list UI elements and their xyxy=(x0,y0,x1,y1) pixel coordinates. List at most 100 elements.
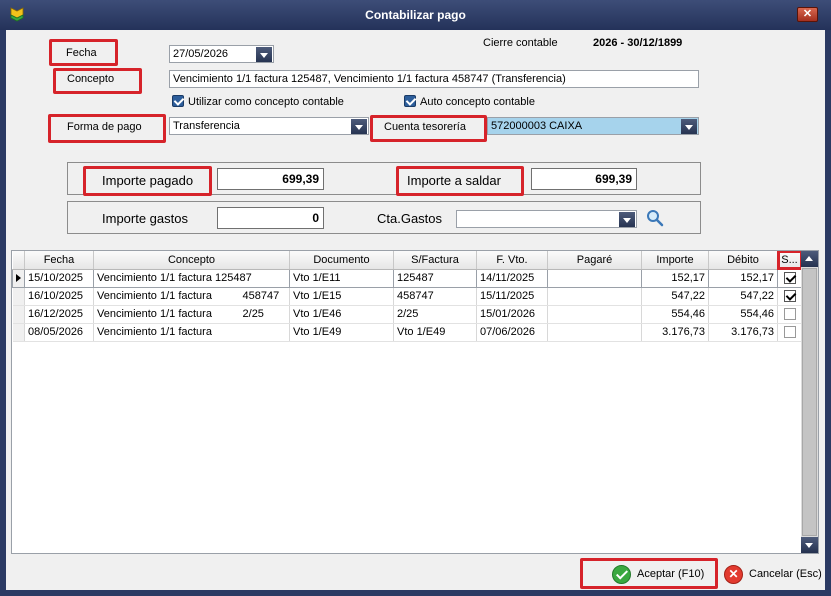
row-indicator xyxy=(12,268,25,288)
cell-importe[interactable]: 3.176,73 xyxy=(641,323,709,342)
column-header[interactable]: S/Factura xyxy=(393,251,477,270)
cell-seleccion[interactable] xyxy=(777,268,802,288)
cell-seleccion[interactable] xyxy=(777,305,802,324)
aceptar-button[interactable]: Aceptar (F10) xyxy=(612,562,704,586)
cell-pagare[interactable] xyxy=(547,287,642,306)
cell-concepto[interactable]: Vencimiento 1/1 factura 125487 xyxy=(93,268,290,288)
column-header[interactable]: Importe xyxy=(641,251,709,270)
cancel-icon: ✕ xyxy=(724,564,743,584)
cell-debito[interactable]: 554,46 xyxy=(708,305,778,324)
row-indicator xyxy=(12,305,25,324)
importe-pagado-label: Importe pagado xyxy=(102,173,194,188)
table-vertical-scrollbar[interactable] xyxy=(801,251,818,553)
row-select-checkbox[interactable] xyxy=(783,272,796,284)
row-indicator xyxy=(12,323,25,342)
cell-importe[interactable]: 554,46 xyxy=(641,305,709,324)
cell-seleccion[interactable] xyxy=(777,323,802,342)
close-button[interactable]: ✕ xyxy=(797,7,818,22)
column-header[interactable]: Documento xyxy=(289,251,394,270)
cell-fecha[interactable]: 15/10/2025 xyxy=(24,268,94,288)
table-row[interactable]: 16/12/2025 Vencimiento 1/1 factura 2/25 … xyxy=(12,305,802,324)
table-row[interactable]: 16/10/2025 Vencimiento 1/1 factura 45874… xyxy=(12,287,802,306)
cuenta-tesoreria-value: 572000003 CAIXA xyxy=(491,120,583,132)
cell-debito[interactable]: 3.176,73 xyxy=(708,323,778,342)
cell-debito[interactable]: 547,22 xyxy=(708,287,778,306)
row-select-checkbox[interactable] xyxy=(783,308,796,320)
row-indicator-header xyxy=(12,251,25,270)
table-row[interactable]: 08/05/2026 Vencimiento 1/1 factura Vto 1… xyxy=(12,323,802,342)
concepto-input[interactable]: Vencimiento 1/1 factura 125487, Vencimie… xyxy=(169,70,699,88)
column-header-seleccion[interactable]: S... xyxy=(776,251,803,270)
importe-pagado-input[interactable]: 699,39 xyxy=(217,168,324,190)
forma-pago-select[interactable]: Transferencia xyxy=(169,117,369,135)
cell-pagare[interactable] xyxy=(547,268,642,288)
vencimientos-table: Fecha Concepto Documento S/Factura F. Vt… xyxy=(11,250,819,554)
cell-concepto[interactable]: Vencimiento 1/1 factura xyxy=(93,323,290,342)
cell-pagare[interactable] xyxy=(547,323,642,342)
cell-fecha[interactable]: 16/12/2025 xyxy=(24,305,94,324)
cuenta-tesoreria-label: Cuenta tesorería xyxy=(384,121,466,133)
cell-sfactura[interactable]: Vto 1/E49 xyxy=(393,323,477,342)
cell-fvto[interactable]: 15/01/2026 xyxy=(476,305,548,324)
cell-pagare[interactable] xyxy=(547,305,642,324)
cierre-contable-label: Cierre contable xyxy=(483,37,558,49)
scroll-down-icon[interactable] xyxy=(801,537,818,553)
window-title: Contabilizar pago xyxy=(365,8,466,22)
cell-fvto[interactable]: 14/11/2025 xyxy=(476,268,548,288)
utilizar-concepto-checkbox[interactable] xyxy=(172,95,184,107)
cell-debito[interactable]: 152,17 xyxy=(708,268,778,288)
chevron-down-icon[interactable] xyxy=(619,212,635,227)
cell-fecha[interactable]: 08/05/2026 xyxy=(24,323,94,342)
cancelar-label: Cancelar (Esc) xyxy=(749,568,822,580)
importe-saldar-input[interactable]: 699,39 xyxy=(531,168,637,190)
dialog-window: Contabilizar pago ✕ Fecha 27/05/2026 Cie… xyxy=(0,0,831,596)
importe-gastos-input[interactable]: 0 xyxy=(217,207,324,229)
cell-documento[interactable]: Vto 1/E15 xyxy=(289,287,394,306)
fecha-label: Fecha xyxy=(66,47,97,59)
cell-fvto[interactable]: 07/06/2026 xyxy=(476,323,548,342)
table-row[interactable]: 15/10/2025 Vencimiento 1/1 factura 12548… xyxy=(12,268,802,288)
scroll-up-icon[interactable] xyxy=(801,251,818,267)
check-icon xyxy=(612,564,631,584)
fecha-date-picker[interactable]: 27/05/2026 xyxy=(169,45,274,63)
cell-documento[interactable]: Vto 1/E46 xyxy=(289,305,394,324)
cell-documento[interactable]: Vto 1/E11 xyxy=(289,268,394,288)
cell-importe[interactable]: 547,22 xyxy=(641,287,709,306)
importe-saldar-label: Importe a saldar xyxy=(407,173,501,188)
cell-sfactura[interactable]: 458747 xyxy=(393,287,477,306)
chevron-down-icon[interactable] xyxy=(351,119,367,134)
cell-seleccion[interactable] xyxy=(777,287,802,306)
cuenta-tesoreria-select[interactable]: 572000003 CAIXA xyxy=(487,117,699,135)
cell-importe[interactable]: 152,17 xyxy=(641,268,709,288)
column-header[interactable]: Débito xyxy=(708,251,778,270)
cell-concepto[interactable]: Vencimiento 1/1 factura 458747 xyxy=(93,287,290,306)
cell-documento[interactable]: Vto 1/E49 xyxy=(289,323,394,342)
auto-concepto-checkbox[interactable] xyxy=(404,95,416,107)
cell-concepto[interactable]: Vencimiento 1/1 factura 2/25 xyxy=(93,305,290,324)
cta-gastos-select[interactable] xyxy=(456,210,637,228)
cell-fvto[interactable]: 15/11/2025 xyxy=(476,287,548,306)
column-header[interactable]: Pagaré xyxy=(547,251,642,270)
title-bar[interactable]: Contabilizar pago ✕ xyxy=(0,0,831,30)
auto-concepto-label: Auto concepto contable xyxy=(420,96,535,108)
concepto-label: Concepto xyxy=(67,73,115,85)
cell-fecha[interactable]: 16/10/2025 xyxy=(24,287,94,306)
cell-sfactura[interactable]: 2/25 xyxy=(393,305,477,324)
chevron-down-icon[interactable] xyxy=(256,47,272,62)
scroll-thumb[interactable] xyxy=(802,268,817,536)
column-header[interactable]: F. Vto. xyxy=(476,251,548,270)
row-select-checkbox[interactable] xyxy=(783,290,796,302)
cta-gastos-label: Cta.Gastos xyxy=(377,211,443,226)
utilizar-concepto-label: Utilizar como concepto contable xyxy=(188,96,344,108)
column-header[interactable]: Concepto xyxy=(93,251,290,270)
search-icon[interactable] xyxy=(646,209,664,227)
forma-pago-value: Transferencia xyxy=(173,120,240,132)
chevron-down-icon[interactable] xyxy=(681,119,697,134)
aceptar-label: Aceptar (F10) xyxy=(637,568,705,580)
cierre-contable-value: 2026 - 30/12/1899 xyxy=(593,37,683,49)
row-select-checkbox[interactable] xyxy=(783,326,796,338)
current-row-arrow-icon xyxy=(16,274,21,282)
cancelar-button[interactable]: ✕ Cancelar (Esc) xyxy=(724,562,822,586)
cell-sfactura[interactable]: 125487 xyxy=(393,268,477,288)
column-header[interactable]: Fecha xyxy=(24,251,94,270)
